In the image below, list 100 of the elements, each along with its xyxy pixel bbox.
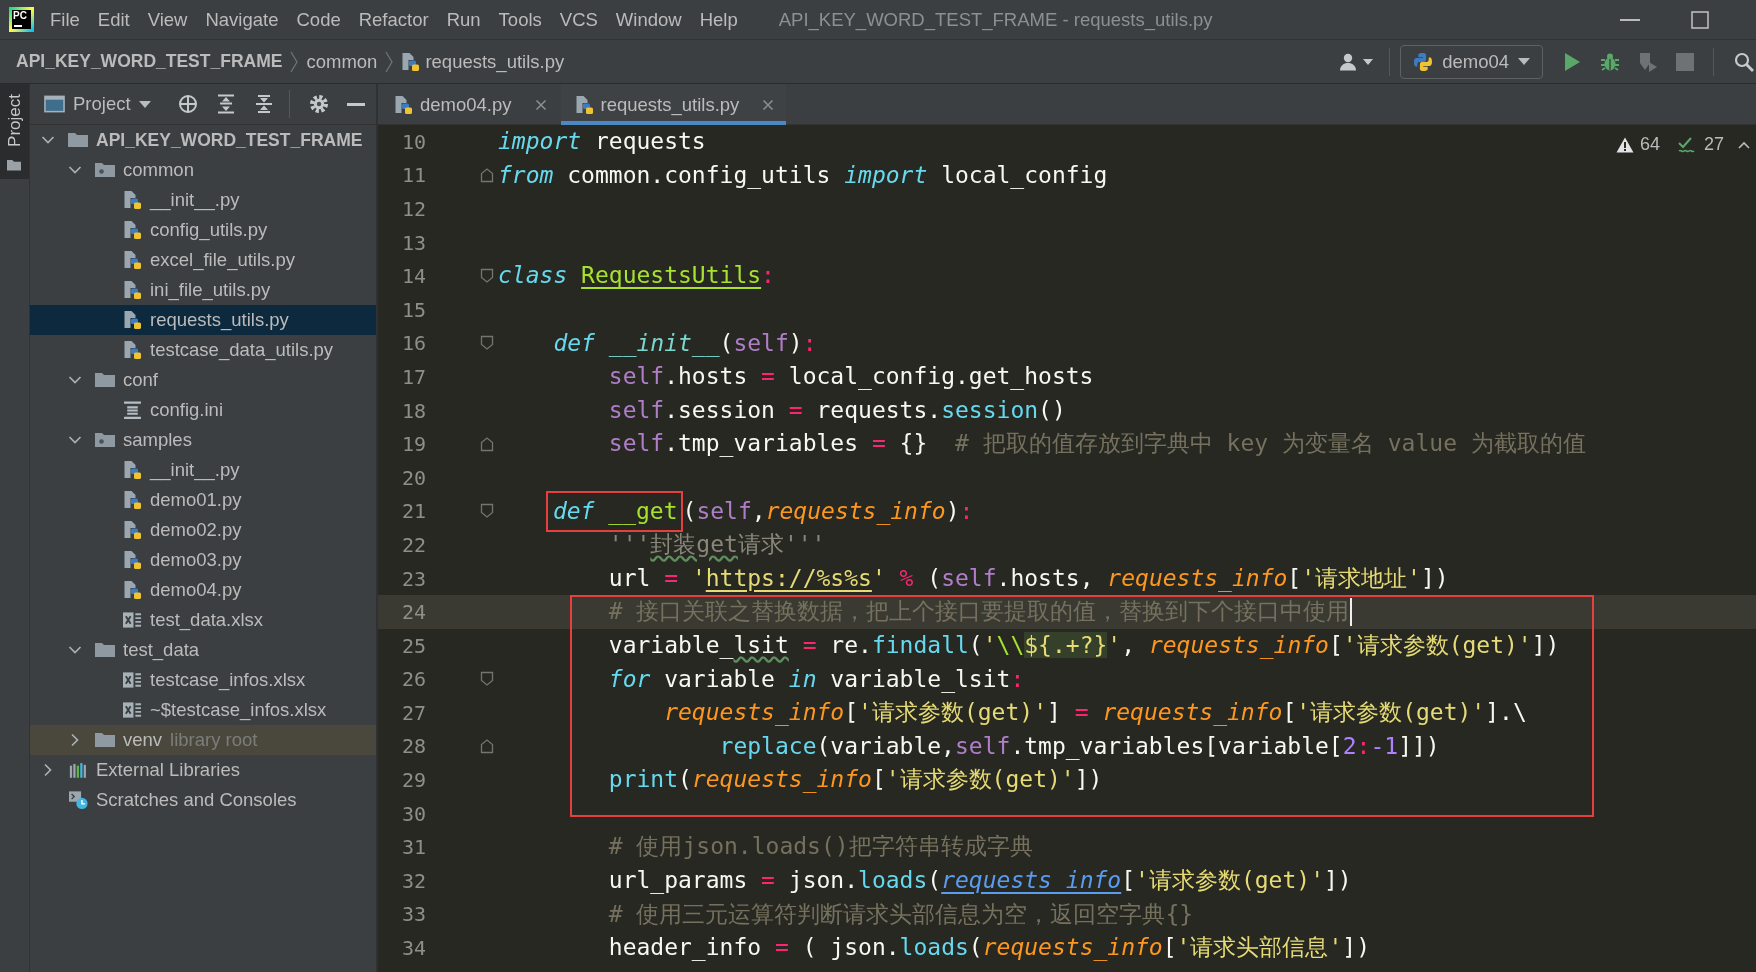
menu-item[interactable]: View (138, 0, 197, 40)
chevron-right-icon (385, 50, 394, 73)
typo-count: 27 (1703, 134, 1724, 155)
tree-item[interactable]: config_utils.py (30, 215, 376, 245)
tree-item[interactable]: samples (30, 425, 376, 455)
python-file-icon (122, 190, 142, 210)
line-number: 29 (400, 768, 426, 793)
chevron-right-icon (290, 50, 299, 73)
tree-item[interactable]: ini_file_utils.py (30, 275, 376, 305)
line-number: 25 (400, 633, 426, 658)
tree-item[interactable]: requests_utils.py (30, 305, 376, 335)
menu-item[interactable]: Refactor (349, 0, 438, 40)
python-file-icon (122, 550, 142, 570)
menu-item[interactable]: VCS (550, 0, 607, 40)
spreadsheet-file-icon (122, 700, 142, 720)
tree-item[interactable]: config.ini (30, 395, 376, 425)
line-number: 23 (400, 566, 426, 591)
line-number: 18 (400, 398, 426, 423)
breadcrumb[interactable]: requests_utils.py (401, 45, 565, 78)
shield-play-icon (1638, 51, 1658, 72)
line-number: 22 (400, 532, 426, 557)
menu-item[interactable]: File (41, 0, 89, 40)
tree-item[interactable]: External Libraries (30, 755, 376, 785)
fold-marker-icon[interactable] (480, 335, 494, 352)
terminal-clock-icon (68, 790, 88, 810)
view-dropdown[interactable]: Project (44, 88, 151, 120)
tree-item[interactable]: conf (30, 365, 376, 395)
tree-item[interactable]: Scratches and Consoles (30, 785, 376, 815)
code-line: self.tmp_variables = {} # 把取的值存放到字典中 key 为变量名 value 为截取的值 (608, 430, 1586, 458)
fold-marker-icon[interactable] (480, 436, 494, 453)
run-configuration-dropdown[interactable]: demo04 (1400, 44, 1543, 79)
line-number: 16 (400, 331, 426, 356)
fold-marker-icon[interactable] (480, 671, 494, 688)
python-file-icon (122, 250, 142, 270)
code-line: header_info = ( json.loads(requests_info['请求头部信息']) (608, 934, 1370, 962)
tree-item[interactable]: testcase_data_utils.py (30, 335, 376, 365)
code-line: self.hosts = local_config.get_hosts (608, 363, 1094, 391)
code-line: (self,requests_info): (682, 497, 974, 526)
tree-item[interactable]: ~$testcase_infos.xlsx (30, 695, 376, 725)
fold-marker-icon[interactable] (480, 268, 494, 285)
code-line: url_params = json.loads(requests_info['请求参数(get)']) (608, 867, 1352, 895)
tree-item[interactable]: test_data.xlsx (30, 605, 376, 635)
python-file-icon (401, 51, 421, 72)
chevron-up-icon[interactable] (1738, 140, 1750, 149)
tree-item[interactable]: venv library root (30, 725, 376, 755)
search-icon (1734, 51, 1754, 72)
python-file-icon (122, 310, 142, 330)
tree-item[interactable]: test_data (30, 635, 376, 665)
close-icon[interactable] (534, 98, 547, 111)
tree-item[interactable]: demo03.py (30, 545, 376, 575)
tree-item[interactable]: common (30, 155, 376, 185)
line-number: 19 (400, 432, 426, 457)
menu-item[interactable]: Edit (88, 0, 139, 40)
menu-item[interactable]: Navigate (196, 0, 288, 40)
line-number: 27 (400, 700, 426, 725)
crosshair-icon (177, 94, 198, 114)
line-number: 33 (400, 902, 426, 927)
maximize-icon (1691, 10, 1709, 29)
fold-marker-icon[interactable] (480, 167, 494, 184)
warning-icon[interactable] (1615, 136, 1634, 153)
minimize-icon (1620, 18, 1640, 21)
spreadsheet-file-icon (122, 610, 142, 630)
python-file-icon (122, 490, 142, 510)
folder-icon (95, 732, 115, 748)
tree-item[interactable]: __init__.py (30, 185, 376, 215)
check-icon[interactable] (1677, 135, 1698, 154)
tool-window-tab[interactable]: Project (0, 84, 29, 179)
menu-item[interactable]: Help (690, 0, 747, 40)
tree-item[interactable]: __init__.py (30, 455, 376, 485)
menu-item[interactable]: Run (437, 0, 490, 40)
code-line: # 使用三元运算符判断请求头部信息为空，返回空字典{} (608, 900, 1194, 929)
menu-item[interactable]: Tools (489, 0, 551, 40)
line-number: 32 (400, 868, 426, 893)
text-lines-icon (122, 400, 142, 420)
code-line: url = 'https://%s%s' % (self.hosts, requests_info['请求地址']) (608, 564, 1449, 593)
line-number: 24 (400, 600, 426, 625)
tree-item[interactable]: demo02.py (30, 515, 376, 545)
tree-item[interactable]: excel_file_utils.py (30, 245, 376, 275)
code-line: class RequestsUtils: (498, 262, 775, 290)
tree-item[interactable]: demo04.py (30, 575, 376, 605)
fold-marker-icon[interactable] (480, 738, 494, 755)
editor-tab[interactable]: demo04.py (380, 84, 559, 125)
tree-item-note: library root (170, 729, 258, 751)
python-logo-icon (1413, 51, 1434, 72)
breadcrumb[interactable]: common (306, 45, 378, 78)
breadcrumb[interactable]: API_KEY_WORD_TEST_FRAME (16, 45, 283, 78)
close-icon[interactable] (762, 98, 775, 111)
line-number: 31 (400, 835, 426, 860)
tree-item[interactable]: API_KEY_WORD_TEST_FRAME (30, 125, 376, 155)
code-line: for variable in variable_lsit: (608, 665, 1025, 694)
python-file-icon (574, 94, 594, 115)
fold-marker-icon[interactable] (480, 503, 494, 520)
menu-item[interactable]: Code (287, 0, 350, 40)
menu-item[interactable]: Window (606, 0, 691, 40)
tree-item[interactable]: demo01.py (30, 485, 376, 515)
code-line: import requests (498, 128, 706, 156)
tree-item[interactable]: testcase_infos.xlsx (30, 665, 376, 695)
code-line: # 接口关联之替换数据，把上个接口要提取的值，替换到下个接口中使用 (608, 598, 1350, 626)
window-icon (44, 95, 65, 113)
highlight-box: def __get (545, 490, 683, 533)
